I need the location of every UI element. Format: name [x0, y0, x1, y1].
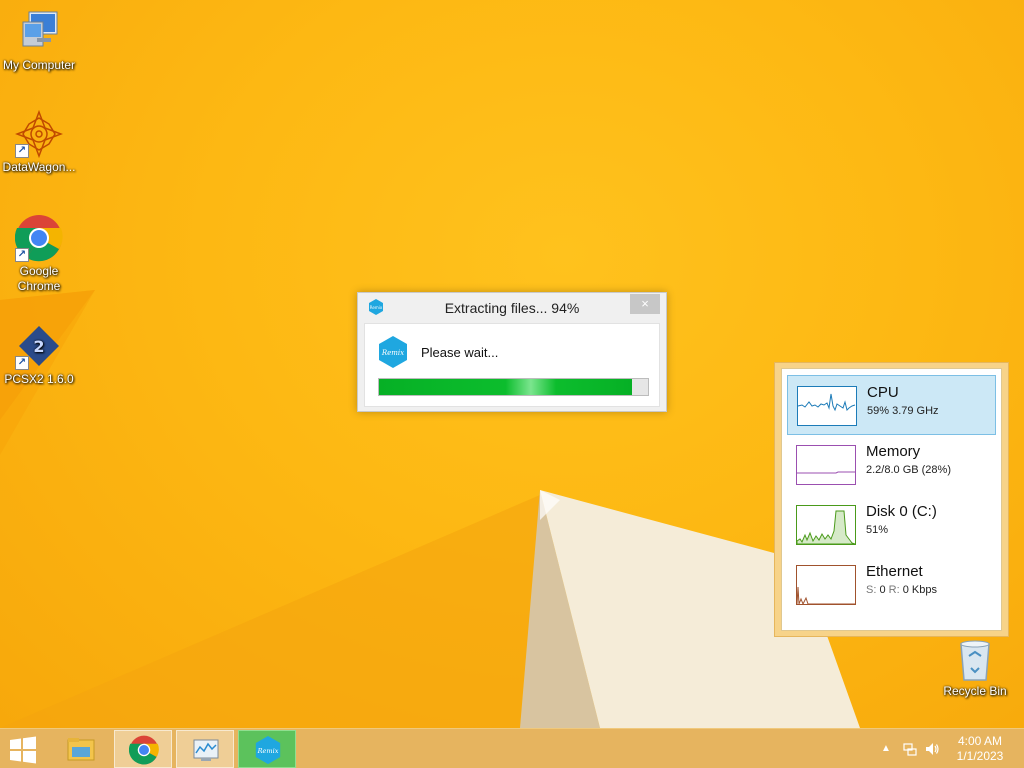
- taskbar-remix-os[interactable]: Remix: [238, 730, 296, 768]
- desktop-icon-my-computer[interactable]: My Computer: [0, 8, 79, 73]
- perf-item-disk[interactable]: Disk 0 (C:) 51%: [787, 495, 996, 555]
- chevron-up-icon[interactable]: ▲: [878, 741, 894, 757]
- extract-dialog: Remix Extracting files... 94% × Remix Pl…: [357, 292, 667, 412]
- taskbar-clock[interactable]: 4:00 AM 1/1/2023: [950, 734, 1010, 764]
- svg-text:2: 2: [33, 337, 44, 356]
- volume-icon[interactable]: [924, 741, 940, 757]
- desktop-icon-recycle-bin[interactable]: Recycle Bin: [935, 634, 1015, 699]
- receive-label: R:: [888, 584, 900, 596]
- svg-text:Remix: Remix: [257, 747, 279, 755]
- ethernet-graph: [796, 565, 856, 605]
- receive-value: 0 Kbps: [902, 584, 937, 596]
- desktop: My Computer ↗ DataWagon... ↗ Google Chro…: [0, 0, 1024, 728]
- recycle-bin-icon: [951, 634, 999, 682]
- dialog-title: Extracting files... 94%: [444, 300, 580, 316]
- dialog-titlebar[interactable]: Remix Extracting files... 94% ×: [358, 293, 666, 323]
- svg-text:Remix: Remix: [370, 305, 383, 310]
- dialog-body: Remix Please wait...: [364, 323, 660, 407]
- clock-time: 4:00 AM: [957, 734, 1003, 748]
- system-tray: ▲ 4:00 AM 1/1/2023: [864, 729, 1024, 768]
- desktop-icon-label: Google Chrome: [17, 264, 61, 293]
- shortcut-arrow-icon: ↗: [15, 356, 29, 370]
- datawagon-icon: ↗: [14, 109, 64, 159]
- remix-os-icon: Remix: [379, 336, 407, 368]
- send-label: S:: [866, 584, 877, 596]
- remix-os-icon: Remix: [369, 299, 383, 315]
- perf-item-stat: S: 0 R: 0 Kbps: [866, 584, 937, 596]
- taskbar-task-manager[interactable]: [176, 730, 234, 768]
- performance-list: CPU 59% 3.79 GHz Memory 2.2/8.0 GB (28%)…: [781, 368, 1002, 631]
- perf-item-stat: 51%: [866, 524, 889, 536]
- desktop-icon-label: PCSX2 1.6.0: [4, 372, 74, 386]
- desktop-icon-pcsx2[interactable]: 2 ↗ PCSX2 1.6.0: [0, 322, 79, 387]
- perf-item-cpu[interactable]: CPU 59% 3.79 GHz: [787, 375, 996, 435]
- desktop-icon-google-chrome[interactable]: ↗ Google Chrome: [0, 214, 79, 294]
- perf-item-name: CPU: [867, 384, 899, 401]
- progress-fill: [379, 379, 632, 395]
- progress-bar: [378, 378, 649, 396]
- perf-item-name: Memory: [866, 443, 921, 460]
- desktop-icon-label: My Computer: [2, 58, 76, 72]
- desktop-icon-label: DataWagon...: [2, 160, 76, 174]
- clock-date: 1/1/2023: [956, 749, 1004, 763]
- svg-text:Remix: Remix: [381, 349, 404, 357]
- shortcut-arrow-icon: ↗: [15, 144, 29, 158]
- taskbar-file-explorer[interactable]: [52, 730, 110, 768]
- memory-graph: [796, 445, 856, 485]
- windows-start-icon[interactable]: [8, 736, 38, 764]
- taskbar-google-chrome[interactable]: [114, 730, 172, 768]
- perf-item-name: Ethernet: [866, 563, 923, 580]
- taskbar: Remix ▲ 4:00 AM 1/1/2023: [0, 728, 1024, 768]
- remix-os-icon: Remix: [255, 735, 281, 765]
- send-value: 0: [879, 584, 886, 596]
- desktop-icon-datawagon[interactable]: ↗ DataWagon...: [0, 109, 79, 175]
- perf-item-stat: 2.2/8.0 GB (28%): [866, 464, 951, 476]
- perf-item-memory[interactable]: Memory 2.2/8.0 GB (28%): [787, 435, 996, 495]
- status-message: Please wait...: [421, 345, 499, 360]
- cpu-graph: [797, 386, 857, 426]
- perf-item-ethernet[interactable]: Ethernet S: 0 R: 0 Kbps: [787, 555, 996, 615]
- task-manager-icon: [193, 739, 219, 761]
- computer-icon: [15, 8, 63, 56]
- perf-item-name: Disk 0 (C:): [866, 503, 937, 520]
- chrome-icon: [129, 735, 159, 765]
- desktop-icon-label: Recycle Bin: [943, 684, 1007, 698]
- shortcut-arrow-icon: ↗: [15, 248, 29, 262]
- pcsx2-icon: 2 ↗: [15, 322, 63, 370]
- performance-widget: CPU 59% 3.79 GHz Memory 2.2/8.0 GB (28%)…: [774, 362, 1009, 637]
- chrome-icon: ↗: [14, 214, 63, 262]
- network-icon[interactable]: [902, 741, 918, 757]
- folder-icon: [67, 738, 95, 761]
- disk-graph: [796, 505, 856, 545]
- perf-item-stat: 59% 3.79 GHz: [867, 405, 939, 417]
- close-button[interactable]: ×: [630, 294, 660, 314]
